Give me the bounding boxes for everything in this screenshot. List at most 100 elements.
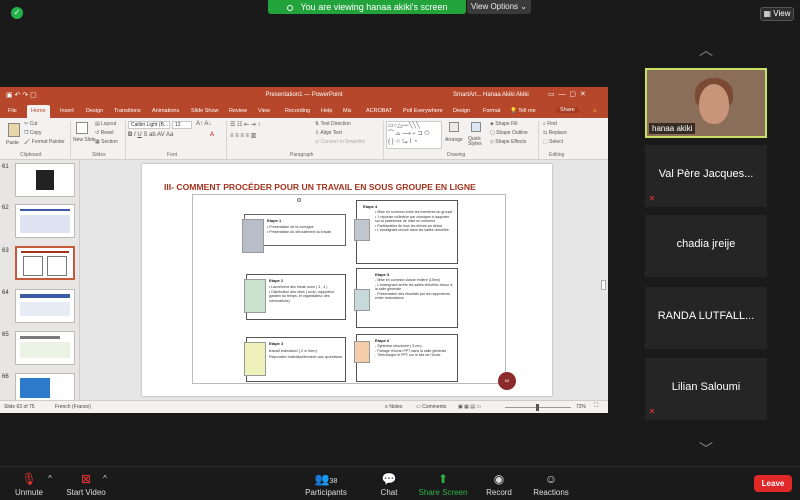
slide-thumbnail[interactable] (15, 204, 75, 238)
reactions-button[interactable]: ☺ Reactions (530, 467, 572, 500)
reset-button[interactable]: ↺ Reset (95, 130, 114, 136)
zoom-level[interactable]: 72% (576, 404, 586, 410)
slide-title[interactable]: III- COMMENT PROCÉDER POUR UN TRAVAIL EN… (164, 182, 544, 192)
slide-thumbnail[interactable] (15, 289, 75, 323)
format-painter-button[interactable]: 🖌 Format Painter (24, 139, 65, 145)
new-slide-button[interactable]: New Slide (73, 137, 96, 143)
new-slide-icon[interactable] (76, 122, 88, 134)
tab-recording[interactable]: Recording (285, 108, 310, 114)
shared-screen-powerpoint[interactable]: ▣ ↶ ↷ ▢ Presentation1 — PowerPoint Smart… (0, 87, 608, 413)
arrange-icon[interactable] (449, 122, 459, 132)
view-button[interactable]: ▦ View (760, 7, 794, 21)
slide-thumbnail-selected[interactable] (15, 246, 75, 280)
rotate-handle-icon[interactable] (297, 198, 301, 202)
share-screen-button[interactable]: ⬆ Share Screen (418, 467, 468, 500)
language-indicator[interactable]: French (France) (55, 404, 91, 410)
tab-slide-show[interactable]: Slide Show (191, 108, 219, 114)
smartart-frame[interactable] (192, 194, 506, 384)
scrollbar-vertical[interactable] (601, 280, 606, 290)
list-bullets-icons[interactable]: ☰ ☷ ⇤ ⇥ ↕ (230, 121, 260, 128)
tab-design-smartart[interactable]: Design (453, 108, 470, 114)
quick-styles-icon[interactable] (471, 122, 481, 132)
audio-options-chevron-icon[interactable]: ^ (45, 467, 55, 500)
record-button[interactable]: ◉ Record (484, 467, 514, 500)
tab-acrobat[interactable]: ACROBAT (366, 108, 392, 114)
tab-home[interactable]: Home (27, 105, 50, 118)
view-mode-icons[interactable]: ▣ ▦ ▤ ▭ (458, 404, 481, 410)
comments-button[interactable]: ▭ Comments (416, 404, 446, 410)
chevron-up-icon[interactable]: ︿ (696, 43, 716, 57)
layout-button[interactable]: ▤ Layout (95, 121, 116, 127)
tab-format[interactable]: Format (483, 108, 500, 114)
paste-button[interactable]: Paste (6, 140, 19, 146)
font-format-icons[interactable]: B I U S ab AV Aa (128, 132, 173, 138)
view-options-button[interactable]: View Options ⌄ (467, 0, 531, 14)
shapes-gallery[interactable]: ▭○△⌐⌐╲╲╲ ⌒ ⌓ ⟶ ⌐ ⊐ ⬠{ } ☆ ⤿ ⌇ ◔ (386, 121, 442, 149)
participant-tile[interactable]: Lilian Saloumi ✕ (645, 358, 767, 420)
font-size-select[interactable]: 12 (172, 121, 192, 129)
tab-poll-everywhere[interactable]: Poll Everywhere (403, 108, 443, 114)
shape-fill-button[interactable]: ◈ Shape Fill (490, 121, 517, 127)
participant-tile[interactable]: chadia jreije (645, 215, 767, 277)
record-icon: ◉ (493, 472, 505, 486)
find-button[interactable]: ⌕ Find (543, 121, 557, 127)
slide-thumbnail[interactable] (15, 331, 75, 365)
tab-help[interactable]: Help (321, 108, 332, 114)
unmute-button[interactable]: 🎙 Unmute (10, 467, 48, 500)
quick-styles-button[interactable]: Quick Styles (468, 137, 490, 147)
participant-video-hanaa[interactable]: hanaa akiki (645, 68, 767, 138)
slide-editing-canvas[interactable]: ‹ III- COMMENT PROCÉDER POUR UN TRAVAIL … (80, 160, 608, 400)
replace-button[interactable]: ⇆ Replace (543, 130, 567, 136)
section-button[interactable]: ▦ Section (95, 139, 118, 145)
participant-tile[interactable]: Val Père Jacques... ✕ (645, 145, 767, 207)
tab-animations[interactable]: Animations (152, 108, 179, 114)
tab-transitions[interactable]: Transitions (114, 108, 141, 114)
shield-icon[interactable]: ✓ (11, 7, 23, 19)
slide-thumbnail[interactable] (15, 163, 75, 197)
share-banner-text: You are viewing hanaa akiki's screen (300, 2, 448, 12)
step-5-card[interactable]: Etape 5 - Mise en commun classe entière … (354, 268, 458, 328)
tab-design[interactable]: Design (86, 108, 103, 114)
cut-button[interactable]: ✂ Cut (24, 121, 37, 127)
window-controls-icon[interactable]: ▭ — ▢ ✕ (548, 90, 586, 98)
participant-tile[interactable]: RANDA LUTFALL... (645, 287, 767, 349)
step-1-card[interactable]: Etape 1 • Présentation de la consigne • … (242, 214, 346, 253)
fit-slide-icon[interactable]: ⛶ (594, 403, 598, 410)
share-ppt-button[interactable]: Share (556, 107, 579, 113)
tab-review[interactable]: Review (229, 108, 247, 114)
paste-icon[interactable] (8, 123, 20, 137)
tab-mix[interactable]: Mix (343, 108, 352, 114)
tab-file[interactable]: File (8, 108, 17, 114)
leave-button[interactable]: Leave (754, 475, 792, 492)
tab-insert[interactable]: Insert (60, 108, 74, 114)
align-text-button[interactable]: ⇳ Align Text (315, 130, 342, 136)
current-slide[interactable]: III- COMMENT PROCÉDER POUR UN TRAVAIL EN… (142, 164, 552, 396)
step-3-card[interactable]: Etape 3 travail individuel ( 2 à 3mn) Ré… (244, 337, 346, 382)
notes-button[interactable]: ≡ Notes (385, 404, 402, 410)
step-6-card[interactable]: Etape 6 - Synthèse structurée ( 5 mn) - … (354, 334, 458, 382)
font-color-icon[interactable]: A (210, 132, 214, 138)
arrange-button[interactable]: Arrange (445, 137, 463, 143)
convert-smartart-button[interactable]: ⇄ Convert to SmartArt (315, 139, 365, 145)
step-4-card[interactable]: Etape 4 • Mise en commun entre les membr… (354, 200, 458, 264)
chevron-down-icon[interactable]: ﹀ (696, 442, 716, 456)
slide-thumbnail-pane[interactable]: 61 62 63 64 65 66 (0, 160, 80, 407)
smiley-icon[interactable]: ☺ (592, 108, 598, 114)
tab-view[interactable]: View (258, 108, 270, 114)
thumb-line (21, 251, 69, 253)
align-icons[interactable]: ≡ ≡ ≡ ≡ ▥ (230, 132, 256, 139)
text-direction-button[interactable]: ⇅ Text Direction (315, 121, 351, 127)
step-2-card[interactable]: Etape 2 • Lancement des break room ( 3 ,… (244, 274, 346, 320)
zoom-slider-thumb[interactable] (536, 404, 539, 411)
grow-shrink-font-icon[interactable]: A↑ A↓ (196, 121, 211, 127)
shape-outline-button[interactable]: ▢ Shape Outline (490, 130, 528, 136)
tell-me-search[interactable]: 💡 Tell me (510, 108, 536, 114)
copy-button[interactable]: ❐ Copy (24, 130, 42, 136)
select-button[interactable]: ⬚ Select (543, 139, 563, 145)
font-name-select[interactable]: Calibri Light (B... (128, 121, 170, 129)
chat-button[interactable]: 💬 Chat (375, 467, 403, 500)
participants-button[interactable]: 👥38 Participants (302, 467, 350, 500)
thumb-block (20, 342, 70, 358)
shape-effects-button[interactable]: ◇ Shape Effects (490, 139, 526, 145)
video-options-chevron-icon[interactable]: ^ (100, 467, 110, 500)
